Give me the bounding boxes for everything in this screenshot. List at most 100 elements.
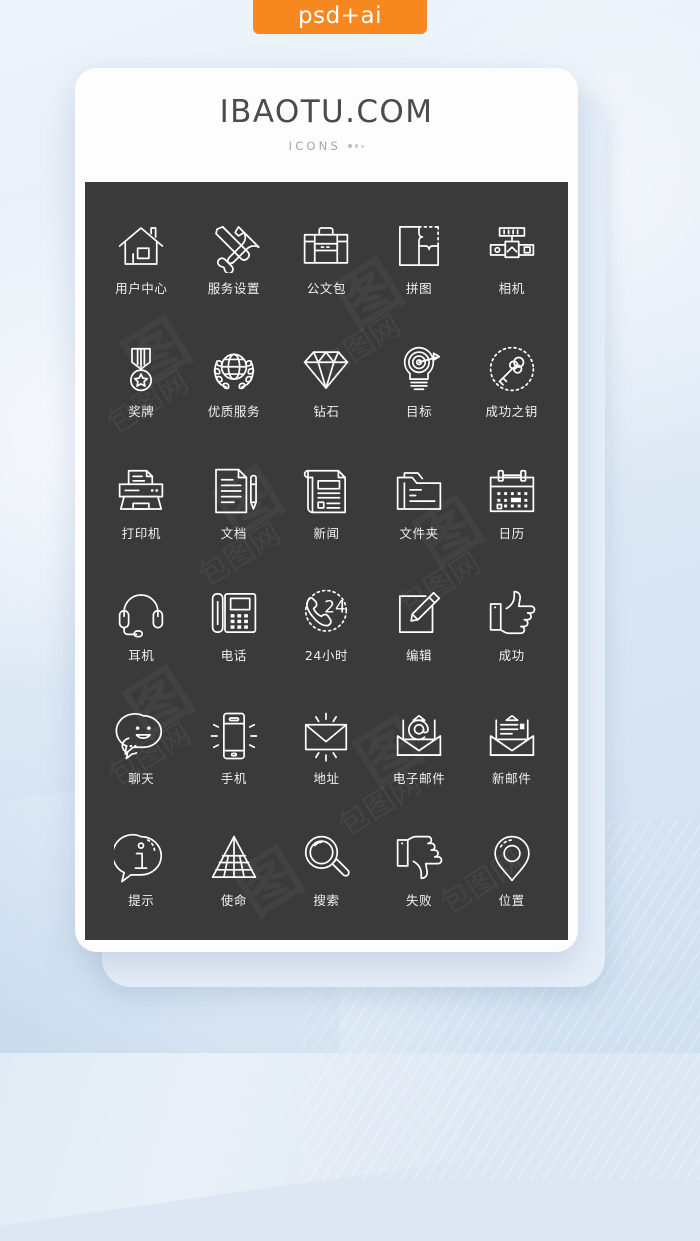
- location-pin-icon: [484, 830, 540, 886]
- icon-label: 失败: [405, 893, 433, 909]
- printer-icon: [113, 463, 169, 519]
- icon-cell[interactable]: 电子邮件: [373, 685, 466, 807]
- icon-cell[interactable]: 成功之钥: [465, 318, 558, 440]
- subtitle-text: ICONS: [288, 139, 341, 153]
- icon-cell[interactable]: 公文包: [280, 196, 373, 318]
- icon-cell[interactable]: 相机: [465, 196, 558, 318]
- icon-grid: 用户中心 服务设置 公文包 拼图 相机 奖牌 优质服务 钻石 目标 成功之钥 打…: [85, 182, 568, 940]
- icon-label: 服务设置: [207, 281, 261, 297]
- icon-cell[interactable]: 服务设置: [188, 196, 281, 318]
- icon-label: 成功之钥: [485, 403, 538, 419]
- icon-cell[interactable]: 用户中心: [95, 196, 188, 318]
- icon-cell[interactable]: 新邮件: [465, 685, 558, 807]
- phone-24h-icon: 24: [298, 585, 354, 641]
- icon-cell[interactable]: 打印机: [95, 441, 188, 563]
- icon-label: 手机: [220, 770, 247, 786]
- camera-icon: [484, 218, 540, 274]
- new-mail-icon: [484, 708, 540, 764]
- icon-cell[interactable]: 新闻: [280, 441, 373, 563]
- preview-card: IBAOTU.COM ICONS 图 包图网 图 包图网 图 包图网 图 包图网…: [75, 68, 578, 952]
- icon-cell[interactable]: 钻石: [280, 318, 373, 440]
- icon-label: 打印机: [121, 526, 161, 542]
- globe-laurel-icon: [206, 341, 262, 397]
- icon-label: 日历: [498, 526, 525, 542]
- icon-cell[interactable]: 失败: [373, 808, 466, 930]
- briefcase-icon: [298, 218, 354, 274]
- icon-cell[interactable]: 位置: [465, 808, 558, 930]
- icon-label: 电话: [220, 648, 247, 664]
- icon-label: 新闻: [313, 526, 340, 542]
- icon-label: 文档: [220, 526, 247, 542]
- icon-label: 使命: [220, 893, 247, 909]
- subtitle-dots-icon: [348, 144, 365, 148]
- icon-cell[interactable]: 聊天: [95, 685, 188, 807]
- thumbs-down-icon: [391, 830, 447, 886]
- icon-panel: 图 包图网 图 包图网 图 包图网 图 包图网 图 包图网 图 包图网 图 包图…: [85, 182, 568, 940]
- headset-icon: [113, 585, 169, 641]
- icon-cell[interactable]: 奖牌: [95, 318, 188, 440]
- icon-label: 耳机: [128, 648, 155, 664]
- icon-label: 地址: [313, 770, 340, 786]
- icon-label: 目标: [405, 403, 433, 419]
- icon-label: 编辑: [405, 648, 433, 664]
- icon-label: 电子邮件: [392, 770, 446, 786]
- icon-cell[interactable]: 优质服务: [188, 318, 281, 440]
- newspaper-icon: [298, 463, 354, 519]
- icon-cell[interactable]: 文件夹: [373, 441, 466, 563]
- icon-label: 聊天: [128, 770, 155, 786]
- mobile-icon: [206, 708, 262, 764]
- icon-label: 搜索: [313, 893, 340, 909]
- icon-cell[interactable]: 成功: [465, 563, 558, 685]
- icon-cell[interactable]: 拼图: [373, 196, 466, 318]
- telephone-icon: [206, 585, 262, 641]
- icon-cell[interactable]: 日历: [465, 441, 558, 563]
- chat-icon: [113, 708, 169, 764]
- psd-ai-badge: psd+ai: [253, 0, 427, 34]
- icon-cell[interactable]: 耳机: [95, 563, 188, 685]
- icon-cell[interactable]: 电话: [188, 563, 281, 685]
- pyramid-icon: [206, 830, 262, 886]
- icon-label: 用户中心: [115, 281, 168, 297]
- email-at-icon: [391, 708, 447, 764]
- page-title: IBAOTU.COM: [219, 94, 434, 130]
- folder-icon: [391, 463, 447, 519]
- icon-cell[interactable]: 目标: [373, 318, 466, 440]
- edit-icon: [391, 585, 447, 641]
- medal-icon: [113, 341, 169, 397]
- svg-text:24: 24: [325, 597, 346, 617]
- icon-cell[interactable]: 编辑: [373, 563, 466, 685]
- icon-label: 拼图: [405, 281, 433, 297]
- icon-label: 24小时: [304, 648, 349, 664]
- thumbs-up-icon: [484, 585, 540, 641]
- icon-label: 成功: [498, 648, 525, 664]
- document-pen-icon: [206, 463, 262, 519]
- diamond-icon: [298, 341, 354, 397]
- icon-label: 位置: [498, 893, 525, 909]
- icon-cell[interactable]: 搜索: [280, 808, 373, 930]
- card-header: IBAOTU.COM ICONS: [75, 68, 578, 182]
- key-icon: [484, 341, 540, 397]
- calendar-icon: [484, 463, 540, 519]
- envelope-icon: [298, 708, 354, 764]
- icon-label: 文件夹: [399, 526, 439, 542]
- icon-cell[interactable]: 提示: [95, 808, 188, 930]
- icon-cell[interactable]: 手机: [188, 685, 281, 807]
- icon-cell[interactable]: 24 24小时: [280, 563, 373, 685]
- icon-label: 优质服务: [207, 403, 261, 419]
- card-subtitle: ICONS: [289, 139, 365, 153]
- icon-label: 公文包: [306, 281, 347, 297]
- magnifier-icon: [298, 830, 354, 886]
- tools-icon: [206, 218, 262, 274]
- info-bubble-icon: [113, 830, 169, 886]
- icon-label: 新邮件: [492, 770, 532, 786]
- icon-label: 钻石: [313, 403, 340, 419]
- icon-cell[interactable]: 文档: [188, 441, 281, 563]
- home-icon: [113, 218, 169, 274]
- target-bulb-icon: [391, 341, 447, 397]
- icon-label: 提示: [128, 893, 155, 909]
- icon-cell[interactable]: 地址: [280, 685, 373, 807]
- icon-cell[interactable]: 使命: [188, 808, 281, 930]
- puzzle-icon: [391, 218, 447, 274]
- icon-label: 奖牌: [128, 403, 155, 419]
- icon-label: 相机: [498, 281, 525, 297]
